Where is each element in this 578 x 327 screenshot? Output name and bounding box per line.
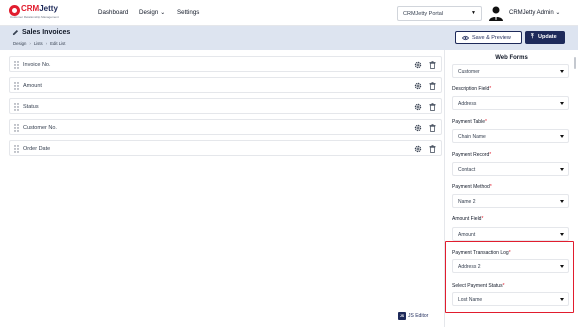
edit-pencil-icon[interactable]: [12, 29, 19, 36]
field-row-amount[interactable]: Amount: [9, 77, 442, 93]
drag-handle-icon[interactable]: [14, 61, 19, 69]
gear-icon[interactable]: [414, 103, 422, 111]
caret-down-icon: [560, 200, 564, 203]
label-payment-method: Payment Method*: [452, 184, 492, 190]
select-payment-method[interactable]: Name 2: [452, 194, 569, 208]
js-editor-button[interactable]: JS JS Editor: [398, 311, 436, 321]
breadcrumb-lists[interactable]: Lists: [34, 41, 43, 46]
chevron-down-icon: ⌄: [555, 10, 561, 16]
caret-down-icon: [560, 168, 564, 171]
field-label: Amount: [23, 82, 42, 89]
upload-icon: ⤒: [531, 33, 534, 40]
label-payment-table: Payment Table*: [452, 119, 487, 125]
eye-icon: [462, 35, 469, 41]
drag-handle-icon[interactable]: [14, 103, 19, 111]
drag-handle-icon[interactable]: [14, 82, 19, 90]
save-preview-button[interactable]: Save & Preview: [455, 31, 522, 44]
chevron-down-icon: ⌄: [160, 10, 166, 16]
trash-icon[interactable]: [429, 123, 436, 132]
select-description-field[interactable]: Address: [452, 96, 569, 110]
top-navbar: CRMJetty Customer Relationship Managemen…: [0, 0, 578, 26]
page-header: Sales Invoices Design › Lists › Edit List Sa…: [0, 26, 578, 50]
caret-down-icon: [560, 70, 564, 73]
field-label: Invoice No.: [23, 61, 51, 68]
breadcrumb-design[interactable]: Design: [13, 41, 26, 46]
trash-icon[interactable]: [429, 144, 436, 153]
trash-icon[interactable]: [429, 81, 436, 90]
label-payment-record: Payment Record*: [452, 152, 492, 158]
field-list: Invoice No. Amount Status Customer No. O…: [5, 52, 443, 322]
nav-design[interactable]: Design ⌄: [139, 9, 165, 16]
caret-down-icon: ▼: [471, 10, 476, 16]
caret-down-icon: [560, 135, 564, 138]
update-button[interactable]: ⤒ Update: [525, 31, 565, 44]
breadcrumb: Design › Lists › Edit List: [13, 41, 66, 46]
trash-icon[interactable]: [429, 102, 436, 111]
select-amount-field[interactable]: Amount: [452, 227, 569, 241]
breadcrumb-edit-list: Edit List: [50, 41, 66, 46]
field-label: Order Date: [23, 145, 51, 152]
web-forms-title: Web Forms: [495, 55, 528, 61]
user-avatar-icon[interactable]: [488, 5, 504, 21]
field-label: Status: [23, 103, 39, 110]
portal-select[interactable]: CRMJetty Portal ▼: [397, 6, 482, 21]
label-description-field: Description Field*: [452, 86, 492, 92]
js-file-icon: JS: [398, 312, 406, 320]
page-title: Sales Invoices: [22, 29, 71, 36]
gear-icon[interactable]: [414, 124, 422, 132]
gear-icon[interactable]: [414, 145, 422, 153]
crmjetty-logo[interactable]: CRMJetty Customer Relationship Managemen…: [9, 4, 59, 22]
logo-text: CRMJetty: [21, 4, 58, 13]
logo-tagline: Customer Relationship Management: [10, 15, 59, 19]
field-label: Customer No.: [23, 124, 57, 131]
nav-dashboard[interactable]: Dashboard: [98, 9, 128, 16]
field-row-status[interactable]: Status: [9, 98, 442, 114]
label-amount-field: Amount Field*: [452, 216, 484, 222]
field-row-customer-no[interactable]: Customer No.: [9, 119, 442, 135]
gear-icon[interactable]: [414, 82, 422, 90]
select-payment-record[interactable]: Contact: [452, 162, 569, 176]
caret-down-icon: [560, 102, 564, 105]
field-row-order-date[interactable]: Order Date: [9, 140, 442, 156]
caret-down-icon: [560, 233, 564, 236]
drag-handle-icon[interactable]: [14, 145, 19, 153]
select-payment-table[interactable]: Chain Name: [452, 129, 569, 143]
panel-scrollbar[interactable]: [574, 57, 576, 69]
field-row-invoice-no[interactable]: Invoice No.: [9, 56, 442, 72]
drag-handle-icon[interactable]: [14, 124, 19, 132]
nav-settings[interactable]: Settings: [177, 9, 199, 16]
user-menu[interactable]: CRMJetty Admin ⌄: [509, 9, 560, 16]
select-customer[interactable]: Customer: [452, 64, 569, 78]
trash-icon[interactable]: [429, 60, 436, 69]
gear-icon[interactable]: [414, 61, 422, 69]
highlight-box: [445, 241, 574, 313]
